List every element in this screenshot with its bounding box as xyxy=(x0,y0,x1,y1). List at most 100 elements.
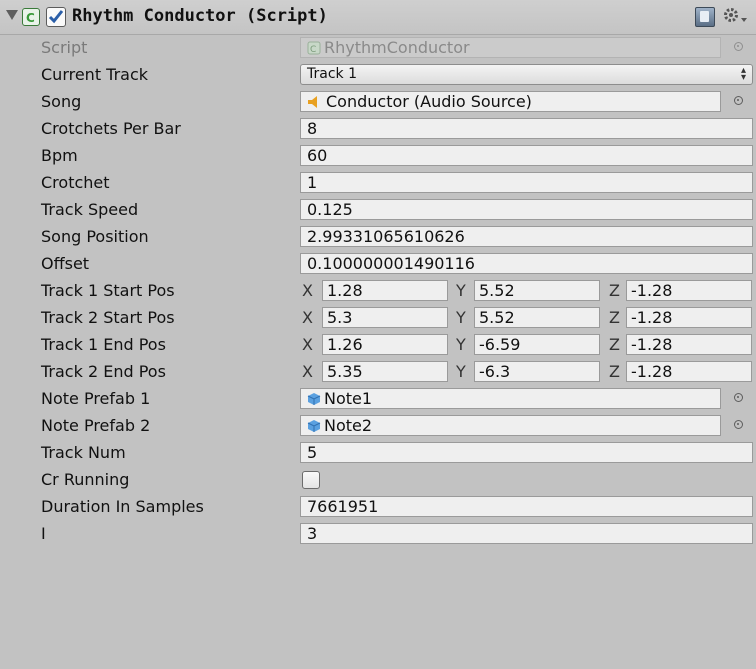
current-track-dropdown[interactable]: Track 1 ▴ ▾ xyxy=(300,64,753,85)
x-axis-label[interactable]: X xyxy=(302,331,313,358)
cr-running-checkbox[interactable] xyxy=(302,471,320,489)
crotchet-label: Crotchet xyxy=(41,173,110,192)
track1-end-pos-label: Track 1 End Pos xyxy=(41,335,166,354)
track1-start-z-input[interactable]: -1.28 xyxy=(626,280,752,301)
component-header: C Rhythm Conductor (Script) xyxy=(0,0,756,35)
track-speed-label: Track Speed xyxy=(41,200,139,219)
x-axis-label[interactable]: X xyxy=(302,304,313,331)
dropdown-arrows-icon: ▴ ▾ xyxy=(740,65,746,83)
z-axis-label[interactable]: Z xyxy=(609,331,620,358)
note-prefab-1-value: Note1 xyxy=(324,389,373,408)
script-icon: C xyxy=(22,8,40,26)
svg-text:C: C xyxy=(26,11,35,25)
track1-start-y-input[interactable]: 5.52 xyxy=(474,280,600,301)
track1-start-pos-label: Track 1 Start Pos xyxy=(41,281,175,300)
track2-end-x-input[interactable]: 5.35 xyxy=(322,361,448,382)
row-offset: Offset 0.100000001490116 xyxy=(0,250,756,277)
row-bpm: Bpm 60 xyxy=(0,142,756,169)
script-value: RhythmConductor xyxy=(324,38,470,57)
row-current-track: Current Track Track 1 ▴ ▾ xyxy=(0,61,756,88)
track-num-label: Track Num xyxy=(41,443,126,462)
row-duration-in-samples: Duration In Samples 7661951 xyxy=(0,493,756,520)
component-title[interactable]: Rhythm Conductor (Script) xyxy=(72,5,328,27)
row-track-speed: Track Speed 0.125 xyxy=(0,196,756,223)
current-track-value: Track 1 xyxy=(307,66,357,82)
y-axis-label[interactable]: Y xyxy=(456,304,466,331)
row-note-prefab-1: Note Prefab 1 Note1 xyxy=(0,385,756,412)
crotchet-input[interactable]: 1 xyxy=(300,172,753,193)
row-song: Song Conductor (Audio Source) xyxy=(0,88,756,115)
song-value: Conductor (Audio Source) xyxy=(326,92,532,111)
offset-label: Offset xyxy=(41,254,90,273)
row-i: I 3 xyxy=(0,520,756,547)
note-prefab-2-value: Note2 xyxy=(324,416,373,435)
z-axis-label[interactable]: Z xyxy=(609,277,620,304)
row-track2-end-pos: Track 2 End Pos X 5.35 Y -6.3 Z -1.28 xyxy=(0,358,756,385)
track2-end-pos-label: Track 2 End Pos xyxy=(41,362,166,381)
row-cr-running: Cr Running xyxy=(0,466,756,493)
y-axis-label[interactable]: Y xyxy=(456,358,466,385)
track2-start-y-input[interactable]: 5.52 xyxy=(474,307,600,328)
bpm-input[interactable]: 60 xyxy=(300,145,753,166)
script-file-icon: C xyxy=(307,41,321,55)
script-label: Script xyxy=(41,38,88,57)
row-track-num: Track Num 5 xyxy=(0,439,756,466)
note-prefab-1-picker-icon[interactable] xyxy=(734,393,743,402)
crotchets-per-bar-label: Crotchets Per Bar xyxy=(41,119,181,138)
note-prefab-2-picker-icon[interactable] xyxy=(734,420,743,429)
track2-start-x-input[interactable]: 5.3 xyxy=(322,307,448,328)
foldout-arrow-icon[interactable] xyxy=(6,10,18,20)
duration-in-samples-input[interactable]: 7661951 xyxy=(300,496,753,517)
x-axis-label[interactable]: X xyxy=(302,358,313,385)
song-object-field[interactable]: Conductor (Audio Source) xyxy=(300,91,721,112)
song-position-input[interactable]: 2.99331065610626 xyxy=(300,226,753,247)
track-num-input[interactable]: 5 xyxy=(300,442,753,463)
row-track1-start-pos: Track 1 Start Pos X 1.28 Y 5.52 Z -1.28 xyxy=(0,277,756,304)
prefab-cube-icon xyxy=(307,420,321,432)
svg-text:C: C xyxy=(310,45,316,55)
script-field: C RhythmConductor xyxy=(300,37,721,58)
row-song-position: Song Position 2.99331065610626 xyxy=(0,223,756,250)
row-track1-end-pos: Track 1 End Pos X 1.26 Y -6.59 Z -1.28 xyxy=(0,331,756,358)
bpm-label: Bpm xyxy=(41,146,78,165)
row-note-prefab-2: Note Prefab 2 Note2 xyxy=(0,412,756,439)
x-axis-label[interactable]: X xyxy=(302,277,313,304)
row-script: Script C RhythmConductor xyxy=(0,34,756,61)
gear-icon[interactable] xyxy=(722,6,748,26)
row-crotchet: Crotchet 1 xyxy=(0,169,756,196)
crotchets-per-bar-input[interactable]: 8 xyxy=(300,118,753,139)
track1-end-y-input[interactable]: -6.59 xyxy=(474,334,600,355)
z-axis-label[interactable]: Z xyxy=(609,304,620,331)
track2-start-z-input[interactable]: -1.28 xyxy=(626,307,752,328)
i-label: I xyxy=(41,524,46,543)
song-label: Song xyxy=(41,92,82,111)
help-book-icon[interactable] xyxy=(695,7,715,27)
current-track-label: Current Track xyxy=(41,65,149,84)
object-picker-icon xyxy=(734,42,743,51)
audio-source-icon xyxy=(308,96,317,108)
duration-in-samples-label: Duration In Samples xyxy=(41,497,204,516)
note-prefab-1-object-field[interactable]: Note1 xyxy=(300,388,721,409)
prefab-cube-icon xyxy=(307,393,321,405)
row-crotchets-per-bar: Crotchets Per Bar 8 xyxy=(0,115,756,142)
track-speed-input[interactable]: 0.125 xyxy=(300,199,753,220)
cr-running-label: Cr Running xyxy=(41,470,130,489)
offset-input[interactable]: 0.100000001490116 xyxy=(300,253,753,274)
y-axis-label[interactable]: Y xyxy=(456,277,466,304)
i-input[interactable]: 3 xyxy=(300,523,753,544)
track1-start-x-input[interactable]: 1.28 xyxy=(322,280,448,301)
component-enabled-checkbox[interactable] xyxy=(46,7,66,27)
note-prefab-1-label: Note Prefab 1 xyxy=(41,389,151,408)
track2-start-pos-label: Track 2 Start Pos xyxy=(41,308,175,327)
track1-end-x-input[interactable]: 1.26 xyxy=(322,334,448,355)
note-prefab-2-label: Note Prefab 2 xyxy=(41,416,151,435)
track2-end-y-input[interactable]: -6.3 xyxy=(474,361,600,382)
song-position-label: Song Position xyxy=(41,227,149,246)
track2-end-z-input[interactable]: -1.28 xyxy=(626,361,752,382)
y-axis-label[interactable]: Y xyxy=(456,331,466,358)
z-axis-label[interactable]: Z xyxy=(609,358,620,385)
track1-end-z-input[interactable]: -1.28 xyxy=(626,334,752,355)
row-track2-start-pos: Track 2 Start Pos X 5.3 Y 5.52 Z -1.28 xyxy=(0,304,756,331)
song-picker-icon[interactable] xyxy=(734,96,743,105)
note-prefab-2-object-field[interactable]: Note2 xyxy=(300,415,721,436)
